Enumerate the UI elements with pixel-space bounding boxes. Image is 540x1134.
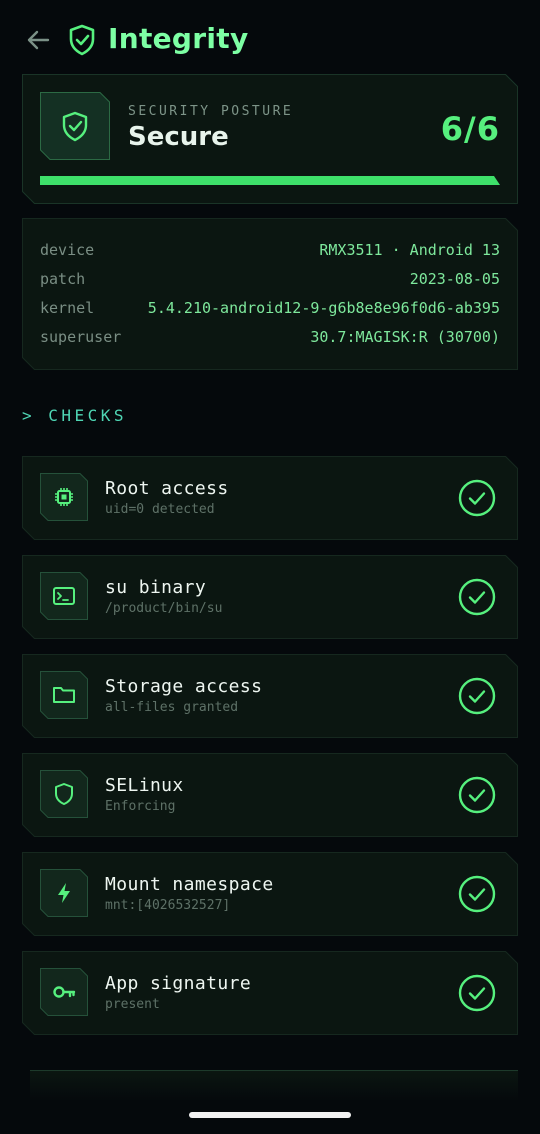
home-indicator[interactable]	[189, 1112, 351, 1118]
posture-label: SECURITY POSTURE	[128, 104, 294, 119]
terminal-icon	[40, 572, 88, 620]
check-circle-icon	[458, 776, 496, 814]
info-key: kernel	[40, 299, 95, 317]
chip-icon	[40, 473, 88, 521]
checks-heading: > CHECKS	[22, 406, 128, 425]
check-card-app-signature[interactable]: App signature present	[22, 951, 518, 1035]
check-name: App signature	[105, 973, 252, 994]
info-row-superuser: superuser 30.7:MAGISK:R (30700)	[40, 328, 500, 350]
check-card-selinux[interactable]: SELinux Enforcing	[22, 753, 518, 837]
info-value: 30.7:MAGISK:R (30700)	[310, 328, 500, 346]
posture-progress-bar	[40, 176, 500, 185]
shield-icon	[40, 770, 88, 818]
check-name: Mount namespace	[105, 874, 274, 895]
posture-status: Secure	[128, 122, 229, 152]
check-detail: Enforcing	[105, 799, 176, 814]
check-circle-icon	[458, 677, 496, 715]
device-info-card: device RMX3511 · Android 13 patch 2023-0…	[22, 218, 518, 370]
shield-check-icon	[69, 24, 95, 56]
check-circle-icon	[458, 875, 496, 913]
info-value: RMX3511 · Android 13	[319, 241, 500, 259]
check-detail: uid=0 detected	[105, 502, 215, 517]
security-posture-card: SECURITY POSTURE Secure 6/6	[22, 74, 518, 204]
info-row-device: device RMX3511 · Android 13	[40, 241, 500, 263]
check-detail: mnt:[4026532527]	[105, 898, 231, 913]
info-value: 2023-08-05	[409, 270, 500, 288]
info-row-kernel: kernel 5.4.210-android12-9-g6b8e8e96f0d6…	[40, 299, 500, 321]
check-name: Root access	[105, 478, 229, 499]
page-title: Integrity	[108, 22, 249, 55]
next-card-partial	[30, 1070, 518, 1101]
posture-shield-badge	[40, 92, 110, 160]
check-card-storage-access[interactable]: Storage access all-files granted	[22, 654, 518, 738]
check-card-root-access[interactable]: Root access uid=0 detected	[22, 456, 518, 540]
check-circle-icon	[458, 578, 496, 616]
info-row-patch: patch 2023-08-05	[40, 270, 500, 292]
posture-progress-fill	[40, 176, 500, 185]
info-key: patch	[40, 270, 86, 288]
check-circle-icon	[458, 974, 496, 1012]
check-detail: /product/bin/su	[105, 601, 223, 616]
check-card-su-binary[interactable]: su binary /product/bin/su	[22, 555, 518, 639]
check-name: Storage access	[105, 676, 263, 697]
key-icon	[40, 968, 88, 1016]
info-value: 5.4.210-android12-9-g6b8e8e96f0d6-ab395	[147, 299, 500, 317]
check-detail: all-files granted	[105, 700, 239, 715]
bolt-icon	[40, 869, 88, 917]
arrow-left-icon[interactable]	[24, 26, 52, 54]
info-key: superuser	[40, 328, 122, 346]
check-detail: present	[105, 997, 160, 1012]
posture-score: 6/6	[440, 110, 500, 148]
check-circle-icon	[458, 479, 496, 517]
app-header: Integrity	[0, 0, 540, 84]
folder-icon	[40, 671, 88, 719]
check-card-mount-namespace[interactable]: Mount namespace mnt:[4026532527]	[22, 852, 518, 936]
check-name: su binary	[105, 577, 207, 598]
info-key: device	[40, 241, 95, 259]
check-name: SELinux	[105, 775, 184, 796]
